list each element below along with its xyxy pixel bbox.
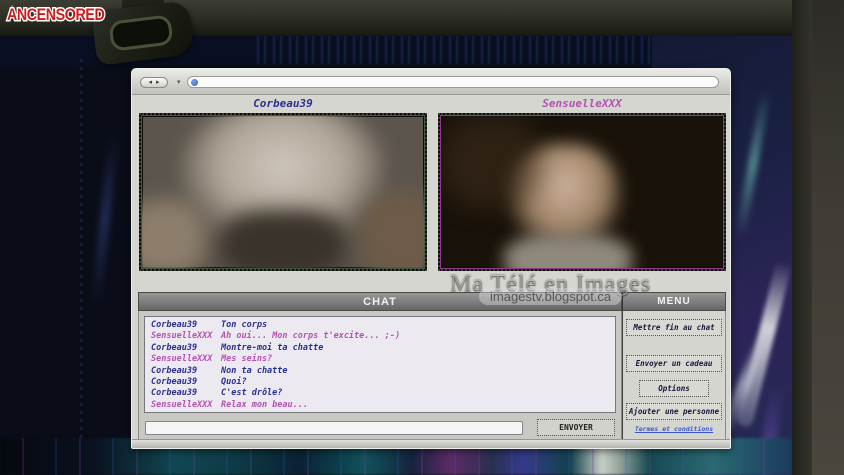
menu-button-list: Mettre fin au chat Envoyer un cadeau Opt… (623, 319, 725, 420)
video-feed-left (139, 113, 427, 271)
video-label-right: SensuelleXXX (438, 97, 726, 110)
menu-button[interactable]: Ajouter une personne (626, 403, 722, 420)
menu-button[interactable]: Options (639, 380, 709, 397)
chat-message-row: Corbeau39 C'est drôle? (145, 388, 615, 399)
chat-user: SensuelleXXX (151, 331, 221, 342)
video-feed-right-inner (440, 115, 724, 269)
chat-text: Relax mon beau... (221, 400, 615, 411)
chat-message-row: SensuelleXXX Mes seins? (145, 354, 615, 365)
back-icon[interactable]: ◂ (148, 79, 152, 86)
chat-header: CHAT (138, 292, 622, 311)
menu-panel: Mettre fin au chat Envoyer un cadeau Opt… (622, 311, 726, 441)
menu-button[interactable]: Envoyer un cadeau (626, 355, 722, 372)
chat-text: Ah oui... Mon corps t'excite... ;-) (221, 331, 615, 342)
address-bar[interactable] (187, 76, 719, 88)
forward-icon[interactable]: ▸ (156, 79, 160, 86)
chat-text: Non ta chatte (221, 366, 615, 377)
webcam-image-right (442, 117, 722, 267)
chat-user: SensuelleXXX (151, 400, 221, 411)
chat-message-row: SensuelleXXX Ah oui... Mon corps t'excit… (145, 331, 615, 342)
webcam-device (88, 0, 198, 62)
video-feed-right (438, 113, 726, 271)
chat-user: Corbeau39 (151, 388, 221, 399)
webcam-image-left (143, 117, 423, 267)
chat-text: C'est drôle? (221, 388, 615, 399)
send-button[interactable]: ENVOYER (537, 419, 615, 436)
wallpaper-dotted-line (80, 59, 82, 459)
wallpaper-faint-streak (91, 134, 119, 304)
chat-user: Corbeau39 (151, 366, 221, 377)
address-input[interactable] (198, 77, 718, 87)
video-feed-left-inner (141, 115, 425, 269)
chat-text: Montre-moi ta chatte (221, 343, 615, 354)
address-dropdown-icon[interactable]: ▾ (177, 78, 181, 86)
window-titlebar: ◂ ▸ ▾ (132, 69, 730, 95)
chat-message-row: Corbeau39 Montre-moi ta chatte (145, 343, 615, 354)
chat-text: Quoi? (221, 377, 615, 388)
chat-app-window: ◂ ▸ ▾ Corbeau39 SensuelleXXX (131, 68, 731, 449)
chat-user: Corbeau39 (151, 320, 221, 331)
chat-user: Corbeau39 (151, 343, 221, 354)
chat-panel: Corbeau39 Ton corps SensuelleXXX Ah oui.… (138, 311, 622, 441)
chat-user: SensuelleXXX (151, 354, 221, 365)
chat-text: Mes seins? (221, 354, 615, 365)
monitor-right-bezel (792, 0, 812, 475)
window-bottom-edge (132, 439, 730, 448)
menu-header: MENU (622, 292, 726, 311)
terms-link[interactable]: Termes et conditions (623, 425, 725, 433)
logo-text: ANCENSORED (7, 5, 104, 25)
globe-icon (191, 79, 198, 86)
chat-message-row: SensuelleXXX Relax mon beau... (145, 400, 615, 411)
chat-message-list: Corbeau39 Ton corps SensuelleXXX Ah oui.… (144, 316, 616, 413)
chat-user: Corbeau39 (151, 377, 221, 388)
chat-text: Ton corps (221, 320, 615, 331)
chat-message-input[interactable] (145, 421, 523, 435)
menu-button[interactable]: Mettre fin au chat (626, 319, 722, 336)
chat-message-row: Corbeau39 Non ta chatte (145, 366, 615, 377)
wallpaper-wisp (735, 89, 771, 238)
chat-message-row: Corbeau39 Quoi? (145, 377, 615, 388)
tv-frame: ◂ ▸ ▾ Corbeau39 SensuelleXXX (0, 0, 844, 475)
room-wall (810, 0, 844, 475)
nav-button-group[interactable]: ◂ ▸ (140, 77, 168, 88)
video-label-left: Corbeau39 (139, 97, 427, 110)
chat-message-row: Corbeau39 Ton corps (145, 320, 615, 331)
